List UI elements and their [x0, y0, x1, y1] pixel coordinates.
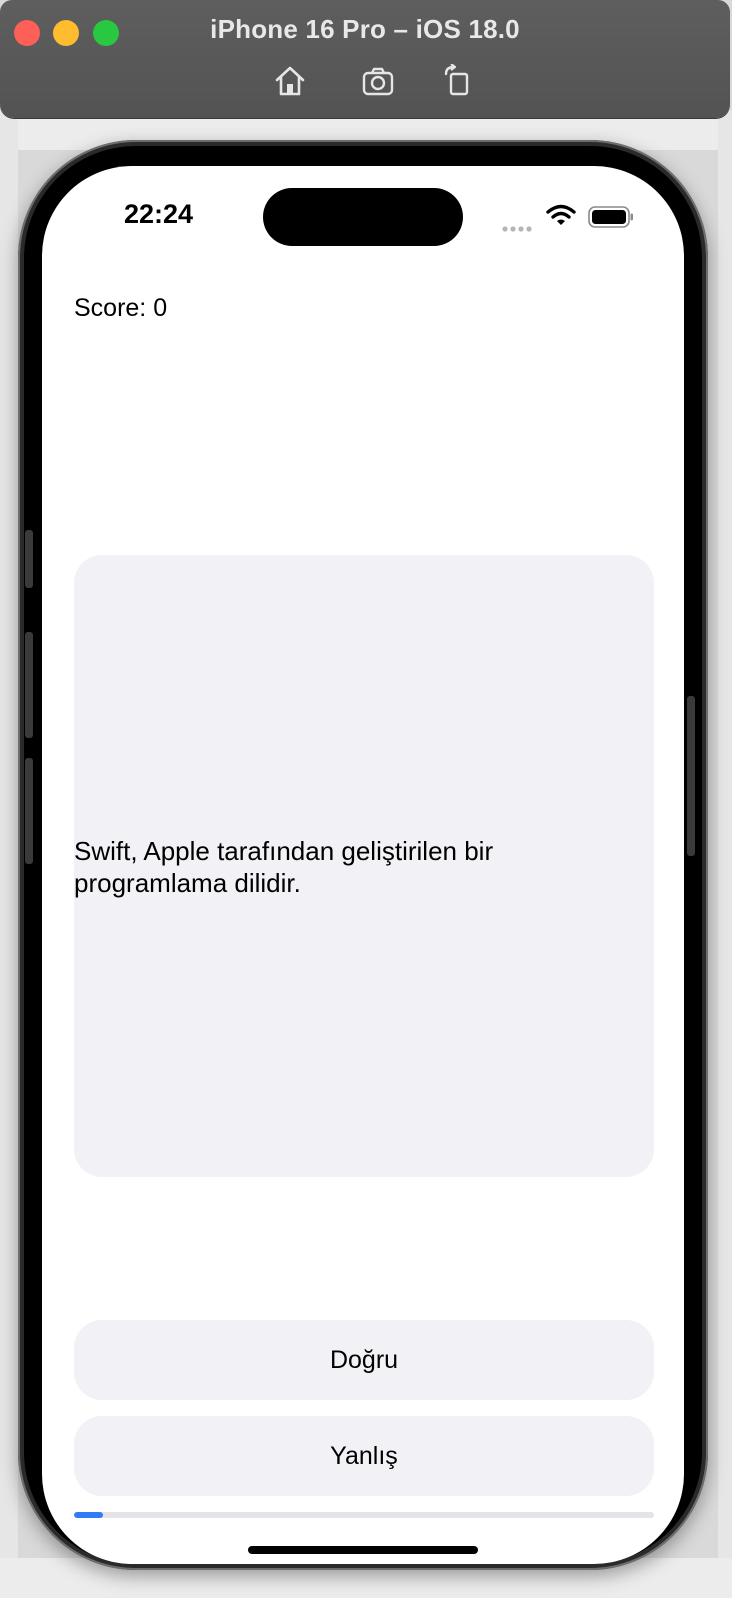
volume-up-button — [25, 632, 33, 738]
dynamic-island — [263, 188, 463, 246]
cellular-signal-icon — [502, 219, 534, 237]
simulator-title: iPhone 16 Pro – iOS 18.0 — [210, 14, 520, 44]
score-label: Score: 0 — [74, 294, 168, 322]
true-answer-button[interactable]: Doğru — [74, 1320, 654, 1400]
xcode-background-left — [0, 110, 18, 1598]
progress-fill — [74, 1512, 103, 1518]
progress-bar — [74, 1512, 654, 1518]
home-icon[interactable] — [273, 64, 307, 98]
status-time: 22:24 — [124, 199, 194, 229]
volume-down-button — [25, 758, 33, 864]
wifi-icon — [546, 204, 576, 231]
simulator-title-bar: iPhone 16 Pro – iOS 18.0 — [0, 0, 730, 118]
screenshot-icon[interactable] — [361, 64, 395, 98]
app-screen: 22:24 Score: 0 Swift, Apple tarafından g… — [42, 166, 684, 1564]
xcode-background-right — [718, 110, 732, 1598]
rotate-icon[interactable] — [441, 63, 475, 98]
side-power-button — [687, 696, 695, 856]
action-button — [25, 530, 33, 588]
home-indicator[interactable] — [248, 1546, 478, 1554]
false-answer-button[interactable]: Yanlış — [74, 1416, 654, 1496]
question-card: Swift, Apple tarafından geliştirilen bir… — [74, 555, 654, 1177]
question-text: Swift, Apple tarafından geliştirilen bir… — [74, 836, 494, 898]
battery-icon — [588, 206, 634, 233]
